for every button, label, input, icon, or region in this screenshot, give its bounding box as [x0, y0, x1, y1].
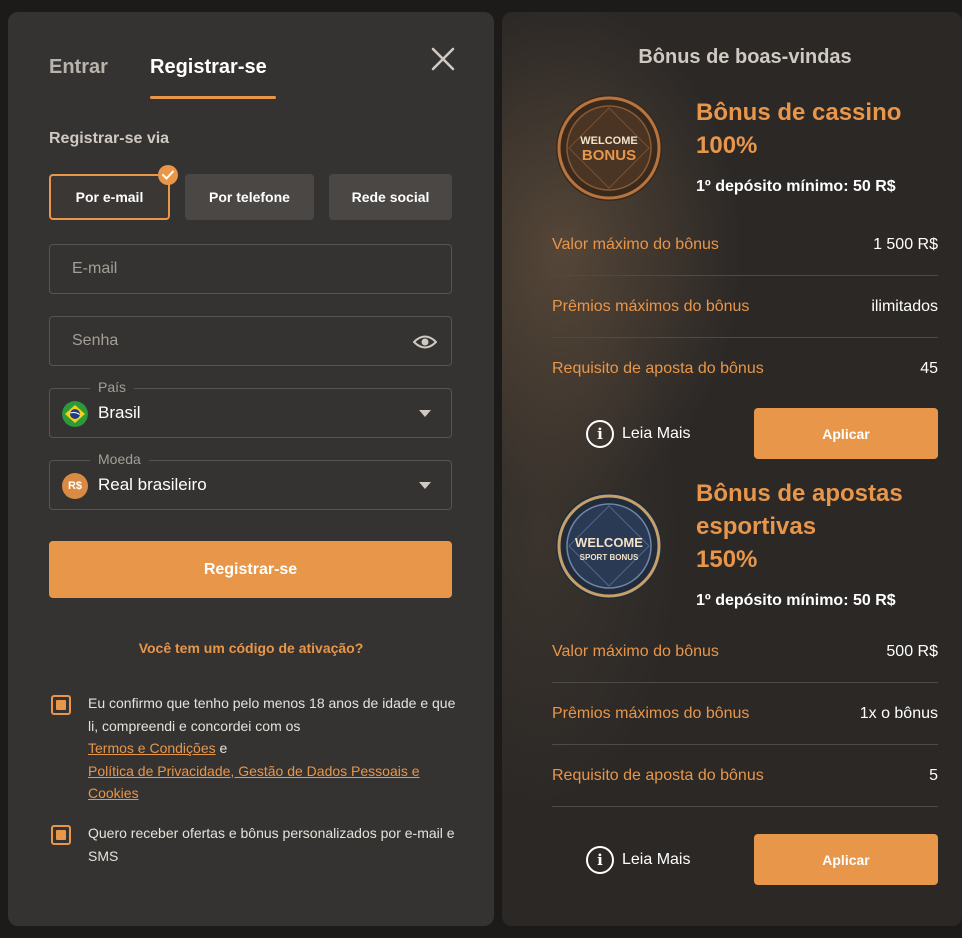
welcome-title: Bônus de boas-vindas	[638, 46, 852, 68]
row-key: Requisito de aposta do bônus	[552, 360, 764, 377]
casino-row-max-value: Valor máximo do bônus 1 500 R$	[552, 214, 938, 276]
consent-and: e	[219, 740, 228, 756]
age-consent-text: Eu confirmo que tenho pelo menos 18 anos…	[88, 692, 458, 805]
welcome-bonus-panel: Bônus de boas-vindas WELCOME BONUS Bônus…	[502, 12, 962, 926]
selected-check-icon	[158, 165, 178, 185]
method-social-button[interactable]: Rede social	[329, 174, 452, 220]
sport-heading-line1: Bônus de apostas	[696, 480, 903, 507]
sport-row-max-value: Valor máximo do bônus 500 R$	[552, 621, 938, 683]
info-icon: i	[586, 846, 614, 874]
brazil-flag-icon	[62, 401, 88, 427]
currency-coin-icon: R$	[62, 473, 88, 499]
sport-heading-line3: 150%	[696, 546, 758, 573]
casino-heading-line1: Bônus de cassino	[696, 99, 902, 126]
read-more-label: Leia Mais	[622, 425, 691, 442]
method-email-button[interactable]: Por e-mail	[49, 174, 170, 220]
country-value: Brasil	[98, 403, 141, 422]
tab-login[interactable]: Entrar	[49, 56, 108, 79]
sport-heading-line2: esportivas	[696, 513, 817, 540]
password-input[interactable]	[50, 317, 451, 365]
row-key: Requisito de aposta do bônus	[552, 766, 764, 784]
close-icon[interactable]	[428, 44, 458, 74]
row-key: Valor máximo do bônus	[552, 235, 719, 253]
row-key: Valor máximo do bônus	[552, 642, 719, 660]
row-value: 1 500 R$	[873, 235, 938, 253]
read-more-label: Leia Mais	[622, 851, 691, 868]
register-via-label: Registrar-se via	[49, 130, 170, 147]
password-field	[49, 316, 452, 366]
chevron-down-icon	[419, 482, 431, 489]
sport-row-wager: Requisito de aposta do bônus 5	[552, 745, 938, 807]
row-value: 500 R$	[886, 642, 938, 660]
row-value: ilimitados	[871, 297, 938, 315]
active-tab-indicator	[150, 96, 276, 99]
terms-link[interactable]: Termos e Condições	[88, 740, 216, 756]
checkbox-check-icon	[56, 830, 66, 840]
email-field	[49, 244, 452, 294]
welcome-bonus-medal-icon: WELCOME BONUS	[556, 95, 662, 201]
sport-apply-button[interactable]: Aplicar	[754, 834, 938, 885]
registration-panel: Entrar Registrar-se Registrar-se via Por…	[8, 12, 494, 926]
sport-read-more-link[interactable]: i Leia Mais	[586, 846, 690, 874]
currency-value: Real brasileiro	[98, 475, 207, 494]
medal-text-1: WELCOME	[580, 135, 637, 147]
register-submit-button[interactable]: Registrar-se	[49, 541, 452, 598]
casino-apply-button[interactable]: Aplicar	[754, 408, 938, 459]
activation-code-link[interactable]: Você tem um código de ativação?	[8, 640, 494, 656]
offers-consent-checkbox[interactable]	[51, 825, 71, 845]
info-icon: i	[586, 420, 614, 448]
privacy-link[interactable]: Política de Privacidade, Gestão de Dados…	[88, 760, 448, 805]
casino-heading-line2: 100%	[696, 132, 758, 159]
chevron-down-icon	[419, 410, 431, 417]
casino-read-more-link[interactable]: i Leia Mais	[586, 420, 690, 448]
currency-select[interactable]: Moeda R$ Real brasileiro	[49, 451, 452, 510]
tab-register[interactable]: Registrar-se	[150, 56, 267, 79]
medal-text-2: BONUS	[582, 147, 636, 164]
row-key: Prêmios máximos do bônus	[552, 297, 750, 315]
eye-icon[interactable]	[413, 332, 437, 352]
offers-consent-label: Quero receber ofertas e bônus personaliz…	[88, 825, 455, 864]
checkbox-check-icon	[56, 700, 66, 710]
country-legend: País	[90, 379, 135, 395]
welcome-sport-bonus-medal-icon: WELCOME SPORT BONUS	[556, 493, 662, 599]
casino-row-max-prizes: Prêmios máximos do bônus ilimitados	[552, 276, 938, 338]
sport-min-deposit: 1º depósito mínimo: 50 R$	[696, 592, 896, 609]
row-value: 5	[929, 766, 938, 784]
method-phone-button[interactable]: Por telefone	[185, 174, 314, 220]
row-key: Prêmios máximos do bônus	[552, 704, 750, 722]
casino-bonus-heading: Bônus de cassino 100%	[696, 96, 901, 162]
age-consent-label: Eu confirmo que tenho pelo menos 18 anos…	[88, 695, 456, 734]
row-value: 45	[920, 360, 938, 377]
sport-medal-text-2: SPORT BONUS	[580, 553, 639, 562]
sport-medal-text-1: WELCOME	[575, 535, 643, 550]
casino-row-wager: Requisito de aposta do bônus 45	[552, 338, 938, 400]
age-consent-checkbox[interactable]	[51, 695, 71, 715]
sport-bonus-heading: Bônus de apostas esportivas 150%	[696, 477, 903, 576]
country-select[interactable]: País Brasil	[49, 379, 452, 438]
sport-row-max-prizes: Prêmios máximos do bônus 1x o bônus	[552, 683, 938, 745]
row-value: 1x o bônus	[859, 704, 938, 722]
casino-min-deposit: 1º depósito mínimo: 50 R$	[696, 178, 896, 195]
currency-legend: Moeda	[90, 451, 149, 467]
email-input[interactable]	[50, 245, 451, 293]
